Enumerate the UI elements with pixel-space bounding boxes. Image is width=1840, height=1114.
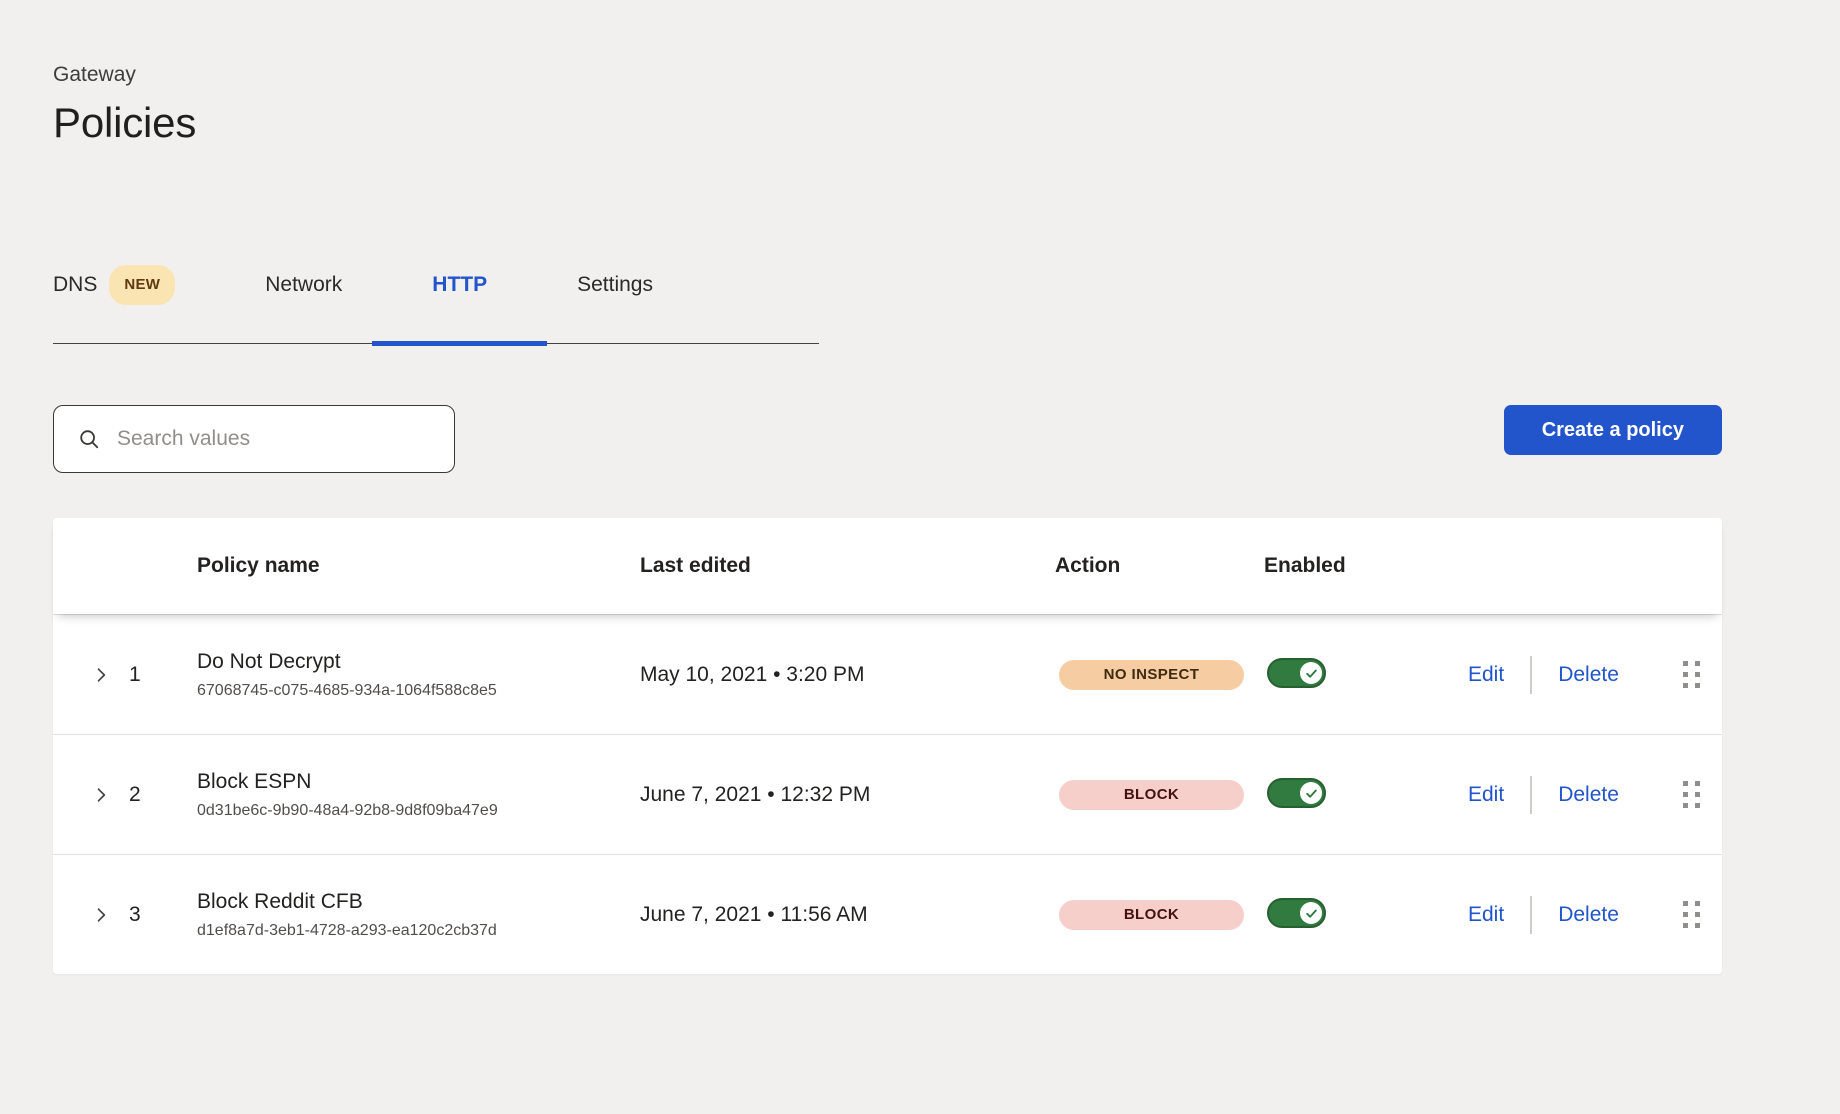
breadcrumb: Gateway xyxy=(53,0,1722,87)
tab-dns[interactable]: DNS NEW xyxy=(53,265,175,343)
policy-id: d1ef8a7d-3eb1-4728-a293-ea120c2cb37d xyxy=(197,921,640,940)
policy-name: Do Not Decrypt xyxy=(197,649,640,674)
toggle-check-icon xyxy=(1300,662,1322,684)
row-number: 3 xyxy=(112,903,197,927)
last-edited: May 10, 2021 • 3:20 PM xyxy=(640,663,1055,687)
action-cell: NO INSPECT xyxy=(1055,660,1264,690)
column-header-last-edited: Last edited xyxy=(640,554,1055,578)
chevron-right-icon xyxy=(91,665,111,685)
edit-link[interactable]: Edit xyxy=(1468,783,1504,807)
policy-name-cell: Block ESPN 0d31be6c-9b90-48a4-92b8-9d8f0… xyxy=(197,769,640,820)
enabled-toggle[interactable] xyxy=(1267,898,1326,928)
drag-handle-cell xyxy=(1672,901,1722,928)
enabled-toggle[interactable] xyxy=(1267,658,1326,688)
row-actions: Edit Delete xyxy=(1468,896,1672,934)
column-header-enabled: Enabled xyxy=(1264,554,1468,578)
enabled-cell xyxy=(1264,778,1468,811)
edit-link[interactable]: Edit xyxy=(1468,903,1504,927)
table-row: 1 Do Not Decrypt 67068745-c075-4685-934a… xyxy=(53,614,1722,734)
toolbar: Create a policy xyxy=(53,405,1722,473)
search-box[interactable] xyxy=(53,405,455,473)
policy-name: Block Reddit CFB xyxy=(197,889,640,914)
toggle-check-icon xyxy=(1300,782,1322,804)
column-header-policy-name: Policy name xyxy=(197,554,640,578)
expand-row-button[interactable] xyxy=(90,904,112,926)
enabled-cell xyxy=(1264,898,1468,931)
toggle-check-icon xyxy=(1300,902,1322,924)
chevron-right-icon xyxy=(91,785,111,805)
search-input[interactable] xyxy=(115,426,454,452)
drag-handle-icon[interactable] xyxy=(1683,901,1700,928)
table-row: 3 Block Reddit CFB d1ef8a7d-3eb1-4728-a2… xyxy=(53,854,1722,974)
create-policy-button[interactable]: Create a policy xyxy=(1504,405,1722,455)
delete-link[interactable]: Delete xyxy=(1558,783,1619,807)
policy-name-cell: Do Not Decrypt 67068745-c075-4685-934a-1… xyxy=(197,649,640,700)
row-number: 1 xyxy=(112,663,197,687)
drag-handle-icon[interactable] xyxy=(1683,661,1700,688)
tab-dns-label: DNS xyxy=(53,273,97,297)
link-divider xyxy=(1530,896,1532,934)
tab-settings-label: Settings xyxy=(577,273,653,297)
policies-table: Policy name Last edited Action Enabled 1… xyxy=(53,518,1722,974)
drag-handle-icon[interactable] xyxy=(1683,781,1700,808)
drag-handle-cell xyxy=(1672,781,1722,808)
action-cell: BLOCK xyxy=(1055,900,1264,930)
tab-settings[interactable]: Settings xyxy=(577,265,653,343)
chevron-right-icon xyxy=(91,905,111,925)
tab-bar: DNS NEW Network HTTP Settings xyxy=(53,265,819,344)
tab-network-label: Network xyxy=(265,273,342,297)
policy-name-cell: Block Reddit CFB d1ef8a7d-3eb1-4728-a293… xyxy=(197,889,640,940)
link-divider xyxy=(1530,656,1532,694)
delete-link[interactable]: Delete xyxy=(1558,903,1619,927)
page-title: Policies xyxy=(53,99,1722,147)
drag-handle-cell xyxy=(1672,661,1722,688)
enabled-toggle[interactable] xyxy=(1267,778,1326,808)
new-badge: NEW xyxy=(109,265,175,305)
row-actions: Edit Delete xyxy=(1468,656,1672,694)
last-edited: June 7, 2021 • 11:56 AM xyxy=(640,903,1055,927)
column-header-action: Action xyxy=(1055,554,1264,578)
policy-id: 0d31be6c-9b90-48a4-92b8-9d8f09ba47e9 xyxy=(197,801,640,820)
row-number: 2 xyxy=(112,783,197,807)
enabled-cell xyxy=(1264,658,1468,691)
action-cell: BLOCK xyxy=(1055,780,1264,810)
tab-http[interactable]: HTTP xyxy=(432,265,487,343)
expand-row-button[interactable] xyxy=(90,664,112,686)
expand-row-button[interactable] xyxy=(90,784,112,806)
table-row: 2 Block ESPN 0d31be6c-9b90-48a4-92b8-9d8… xyxy=(53,734,1722,854)
policy-name: Block ESPN xyxy=(197,769,640,794)
delete-link[interactable]: Delete xyxy=(1558,663,1619,687)
tab-network[interactable]: Network xyxy=(265,265,342,343)
action-badge: NO INSPECT xyxy=(1059,660,1244,690)
policy-id: 67068745-c075-4685-934a-1064f588c8e5 xyxy=(197,681,640,700)
table-header: Policy name Last edited Action Enabled xyxy=(53,518,1722,614)
row-actions: Edit Delete xyxy=(1468,776,1672,814)
gateway-policies-page: Gateway Policies DNS NEW Network HTTP Se… xyxy=(53,0,1722,974)
last-edited: June 7, 2021 • 12:32 PM xyxy=(640,783,1055,807)
action-badge: BLOCK xyxy=(1059,900,1244,930)
table-body: 1 Do Not Decrypt 67068745-c075-4685-934a… xyxy=(53,614,1722,974)
tab-http-label: HTTP xyxy=(432,273,487,297)
edit-link[interactable]: Edit xyxy=(1468,663,1504,687)
link-divider xyxy=(1530,776,1532,814)
action-badge: BLOCK xyxy=(1059,780,1244,810)
search-icon xyxy=(78,428,100,450)
